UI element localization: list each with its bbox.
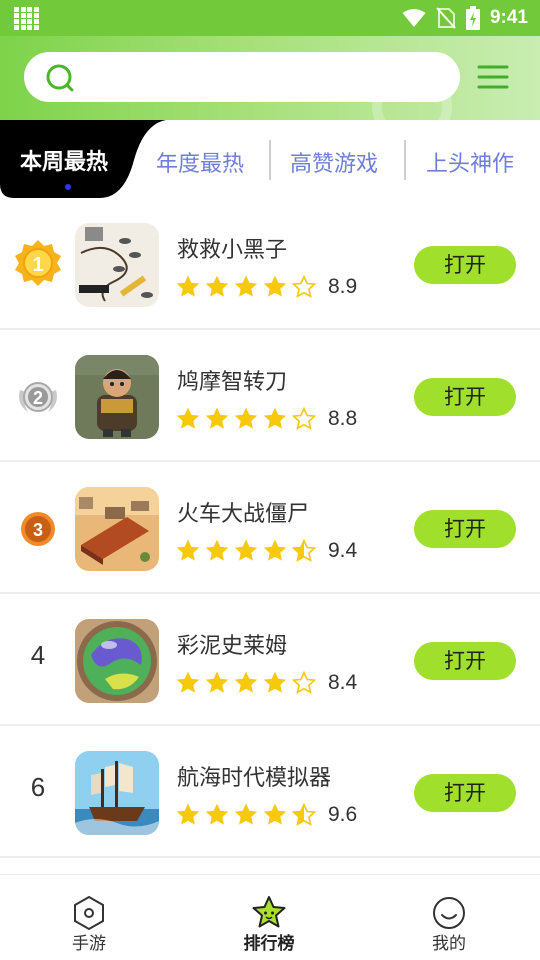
nav-item-rankings[interactable]: 排行榜 (209, 875, 329, 960)
star-half-icon (291, 538, 317, 562)
star-empty-icon (291, 274, 317, 298)
hexagon-icon (74, 895, 104, 931)
star-full-icon (263, 803, 287, 825)
tab-divider (404, 140, 406, 180)
open-button[interactable]: 打开 (414, 510, 516, 548)
tab-active-indicator (65, 184, 71, 190)
star-empty-icon (291, 670, 317, 694)
no-sim-icon (436, 7, 456, 29)
wifi-icon (402, 9, 426, 27)
app-name: 彩泥史莱姆 (177, 634, 288, 659)
star-full-icon (176, 803, 200, 825)
open-button[interactable]: 打开 (414, 378, 516, 416)
star-full-icon (263, 671, 287, 693)
rating-stars (175, 670, 317, 696)
tab-divider (269, 140, 271, 180)
app-icon[interactable] (75, 619, 159, 703)
rating-stars (175, 538, 317, 564)
tab-label: 本周最热 (20, 150, 109, 175)
search-icon (46, 64, 74, 92)
nav-label: 我的 (432, 934, 466, 954)
star-full-icon (205, 803, 229, 825)
rating-stars (175, 274, 317, 300)
star-empty-icon (291, 406, 317, 430)
tab-most-liked[interactable]: 高赞游戏 (290, 146, 378, 178)
star-full-icon (176, 539, 200, 561)
smile-face-icon (433, 897, 465, 929)
star-full-icon (234, 539, 258, 561)
battery-icon (465, 6, 480, 30)
gold-medal-icon: 1 (15, 240, 61, 286)
rating-score: 8.4 (328, 671, 358, 694)
star-full-icon (176, 275, 200, 297)
nav-label: 排行榜 (243, 934, 295, 954)
open-button[interactable]: 打开 (414, 774, 516, 812)
nav-item-profile[interactable]: 我的 (389, 875, 509, 960)
status-time: 9:41 (489, 7, 528, 28)
silver-medal-icon: 2 (19, 382, 57, 412)
star-full-icon (176, 671, 200, 693)
screen: 9:41 本周最热 年度最热 高赞游戏 上头神作 1 救救小黑子 8.9 打开 … (0, 0, 540, 960)
star-full-icon (205, 275, 229, 297)
list-item[interactable]: 3 火车大战僵尸 9.4 打开 (0, 462, 540, 594)
rating-score: 8.8 (328, 407, 358, 430)
rating-score: 9.6 (328, 803, 358, 826)
tab-addictive[interactable]: 上头神作 (426, 146, 514, 178)
nav-item-mobile-games[interactable]: 手游 (29, 875, 149, 960)
star-face-icon (252, 896, 286, 928)
star-full-icon (176, 407, 200, 429)
open-button[interactable]: 打开 (414, 642, 516, 680)
rank-number: 4 (30, 640, 46, 670)
svg-text:2: 2 (33, 388, 43, 408)
app-grid-icon (14, 7, 40, 30)
star-full-icon (234, 671, 258, 693)
list-item[interactable]: 4 彩泥史莱姆 8.4 打开 (0, 594, 540, 726)
app-icon[interactable] (75, 223, 159, 307)
star-full-icon (263, 539, 287, 561)
star-full-icon (205, 539, 229, 561)
app-icon[interactable] (75, 751, 159, 835)
star-full-icon (263, 275, 287, 297)
tab-yearly-hot[interactable]: 年度最热 (156, 146, 244, 178)
rating-score: 8.9 (328, 275, 358, 298)
star-full-icon (205, 671, 229, 693)
app-icon[interactable] (75, 487, 159, 571)
rank-number: 6 (30, 772, 46, 802)
ranking-tabs: 本周最热 年度最热 高赞游戏 上头神作 (0, 120, 540, 200)
header (0, 36, 540, 122)
bronze-medal-icon: 3 (21, 512, 55, 546)
bottom-nav: 手游 排行榜 我的 (0, 874, 540, 960)
star-full-icon (205, 407, 229, 429)
app-name: 鸠摩智转刀 (177, 370, 288, 395)
star-full-icon (234, 275, 258, 297)
search-input[interactable] (24, 52, 460, 102)
ranking-list: 1 救救小黑子 8.9 打开 2 鸠摩智转刀 8.8 打开 3 火车大战僵尸 9… (0, 198, 540, 858)
list-item[interactable]: 1 救救小黑子 8.9 打开 (0, 198, 540, 330)
list-item[interactable]: 6 航海时代模拟器 9.6 打开 (0, 726, 540, 858)
star-full-icon (263, 407, 287, 429)
list-item[interactable]: 2 鸠摩智转刀 8.8 打开 (0, 330, 540, 462)
menu-icon[interactable] (476, 63, 510, 91)
nav-label: 手游 (72, 934, 106, 954)
app-name: 火车大战僵尸 (177, 502, 310, 527)
tab-weekly-hot[interactable]: 本周最热 (0, 120, 166, 200)
app-name: 航海时代模拟器 (177, 766, 332, 791)
star-half-icon (291, 802, 317, 826)
open-button[interactable]: 打开 (414, 246, 516, 284)
rating-score: 9.4 (328, 539, 358, 562)
svg-text:1: 1 (32, 254, 43, 276)
app-icon[interactable] (75, 355, 159, 439)
rating-stars (175, 406, 317, 432)
rating-stars (175, 802, 317, 828)
star-full-icon (234, 803, 258, 825)
app-name: 救救小黑子 (177, 238, 288, 263)
svg-text:3: 3 (33, 520, 43, 540)
status-bar: 9:41 (0, 0, 540, 36)
star-full-icon (234, 407, 258, 429)
